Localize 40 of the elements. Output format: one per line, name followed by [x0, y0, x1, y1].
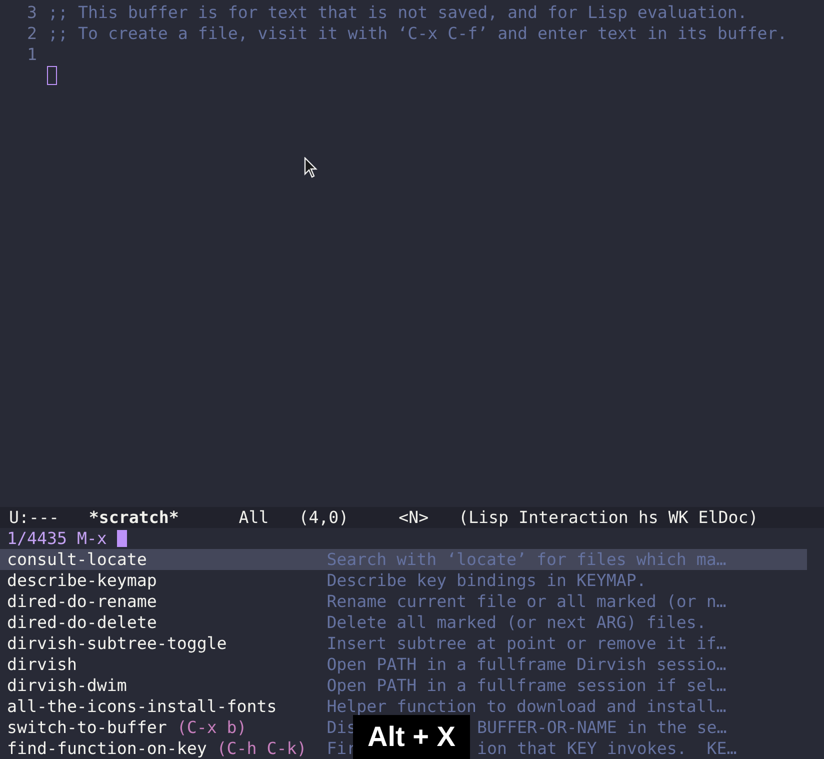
command-description: Open PATH in a fullframe Dirvish sessio… — [326, 654, 726, 675]
command-description: Insert subtree at point or remove it if… — [326, 633, 726, 654]
command-name[interactable]: find-function-on-key — [7, 738, 207, 759]
command-description: Helper function to download and install… — [326, 696, 726, 717]
command-description: ion that KEY invokes. KE… — [477, 738, 737, 759]
code-comment: ;; This buffer is for text that is not saved, and for Lisp evaluation. — [48, 2, 748, 23]
command-name[interactable]: dired-do-rename — [7, 591, 157, 612]
buffer-name: *scratch* — [88, 508, 179, 527]
command-name[interactable]: dirvish-dwim — [7, 675, 127, 696]
command-name[interactable]: all-the-icons-install-fonts — [7, 696, 277, 717]
candidate-count: 1/4435 — [7, 528, 67, 549]
line-number: 3 — [26, 2, 37, 23]
major-modes: (Lisp Interaction hs WK ElDoc) — [458, 508, 758, 527]
command-name[interactable]: consult-locate — [7, 549, 147, 570]
command-description: Rename current file or all marked (or n… — [326, 591, 726, 612]
code-comment: ;; To create a file, visit it with ‘C-x C-f’ and enter text in its buffer. — [48, 23, 788, 44]
selected-row-highlight[interactable]: consult-locate Search with ‘locate’ for files which ma… — [0, 549, 807, 570]
command-description: Delete all marked (or next ARG) files. — [326, 612, 706, 633]
buffer-state: U:--- — [9, 508, 59, 527]
minibuffer-prompt: M-x — [76, 528, 107, 549]
command-name[interactable]: dirvish-subtree-toggle — [7, 633, 227, 654]
keybinding: (C-h C-k) — [216, 738, 307, 759]
mouse-pointer-icon — [304, 157, 318, 179]
line-number: 1 — [26, 44, 37, 65]
text-cursor — [47, 66, 57, 85]
command-name[interactable]: dired-do-delete — [7, 612, 157, 633]
command-name[interactable]: dirvish — [7, 654, 77, 675]
input-cursor — [116, 530, 127, 547]
command-description: Search with ‘locate’ for files which ma… — [326, 549, 726, 570]
line-number: 2 — [26, 23, 37, 44]
command-description: Describe key bindings in KEYMAP. — [326, 570, 646, 591]
scroll-position: All — [238, 508, 269, 527]
command-name[interactable]: switch-to-buffer — [7, 717, 167, 738]
keybinding: (C-x b) — [176, 717, 247, 738]
key-overlay: Alt + X — [353, 715, 470, 759]
command-description: Open PATH in a fullframe session if sel… — [326, 675, 726, 696]
evil-state: <N> — [398, 508, 429, 527]
line-column: (4,0) — [298, 508, 349, 527]
command-description: BUFFER-OR-NAME in the se… — [477, 717, 727, 738]
command-name[interactable]: describe-keymap — [7, 570, 157, 591]
